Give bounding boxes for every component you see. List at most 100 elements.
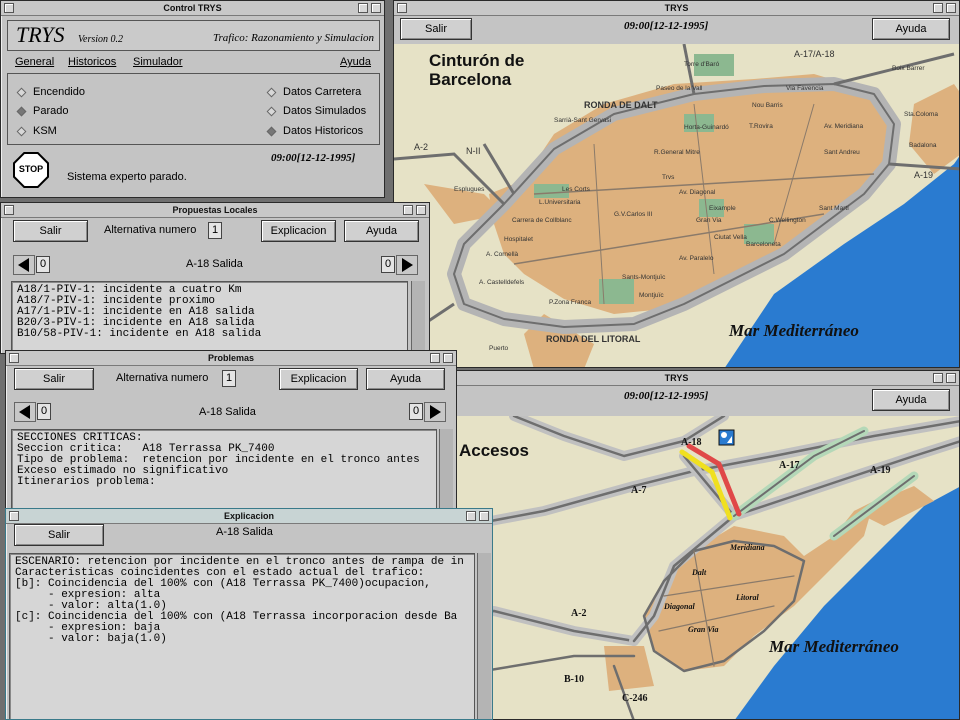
alternativa-number[interactable]: 1 (208, 222, 222, 239)
map1-heading: Cinturón de (429, 51, 524, 70)
maximize-icon[interactable] (479, 511, 489, 521)
road-label-ronda-dalt: RONDA DE DALT (584, 100, 658, 110)
place-label: Puerto (489, 345, 509, 352)
list-item: B10/58-PIV-1: incidente en A18 salida (17, 328, 262, 340)
problemas-exit-button[interactable]: Salir (14, 368, 94, 390)
explicacion-scrollbar[interactable] (477, 553, 491, 719)
problemas-alternativa-number[interactable]: 1 (222, 370, 236, 387)
window-menu-icon[interactable] (4, 3, 14, 13)
explicacion-text[interactable]: ESCENARIO: retencion por incidente en el… (9, 553, 475, 719)
place-label: Sta.Coloma (904, 111, 938, 118)
place-label: Trvs (662, 174, 675, 181)
prev-arrow-icon[interactable] (13, 255, 35, 275)
radio-parado[interactable]: Parado (16, 105, 68, 117)
explicacion-exit-button[interactable]: Salir (14, 524, 104, 546)
explicacion-titlebar[interactable]: Explicacion (6, 509, 492, 524)
window-menu-icon[interactable] (9, 353, 19, 363)
menu-historicos[interactable]: Historicos (68, 56, 116, 68)
window-menu-icon[interactable] (397, 3, 407, 13)
radio-encendido[interactable]: Encendido (16, 86, 85, 98)
map-window-cinturon: TRYS Salir 09:00[12-12-1995] Ayuda Cintu… (393, 0, 960, 368)
window-menu-icon[interactable] (9, 511, 19, 521)
place-label: Barceloneta (746, 241, 781, 248)
window-menu-icon[interactable] (4, 205, 14, 215)
minimize-icon[interactable] (403, 205, 413, 215)
map2-help-button[interactable]: Ayuda (872, 389, 950, 411)
map1-exit-button[interactable]: Salir (400, 18, 472, 40)
map2-titlebar[interactable]: TRYS (394, 371, 959, 386)
road-label-a2: A-2 (414, 142, 428, 152)
map1-sea-label: Mar Mediterráneo (728, 321, 859, 340)
map1-help-button[interactable]: Ayuda (872, 18, 950, 40)
district-label: Diagonal (663, 602, 695, 611)
minimize-icon[interactable] (358, 3, 368, 13)
propuestas-list[interactable]: A18/1-PIV-1: incidente a cuatro Km A18/7… (11, 281, 408, 353)
place-label: Via Favencia (786, 85, 824, 92)
radio-diamond-icon (266, 87, 277, 98)
control-time: 09:00[12-12-1995] (271, 152, 356, 164)
stop-icon: STOP (13, 152, 49, 188)
district-label: Dalt (691, 568, 707, 577)
explicacion-title: Explicacion (223, 511, 275, 521)
place-label: A. Cornellà (486, 251, 519, 258)
map1-title: TRYS (664, 3, 689, 13)
next-count: 0 (381, 256, 395, 273)
radio-diamond-icon (16, 87, 27, 98)
menu-ayuda[interactable]: Ayuda (340, 56, 371, 68)
problemas-help-button[interactable]: Ayuda (366, 368, 445, 390)
place-label: Av. Paralelo (679, 255, 714, 262)
maximize-icon[interactable] (946, 373, 956, 383)
trys-logo: TRYS (16, 22, 65, 47)
control-titlebar[interactable]: Control TRYS (1, 1, 384, 16)
propuestas-titlebar[interactable]: Propuestas Locales (1, 203, 429, 218)
map1-titlebar[interactable]: TRYS (394, 1, 959, 16)
place-label: A. Castelldefels (479, 279, 525, 286)
place-label: Gran Via (696, 217, 722, 224)
menu-simulador[interactable]: Simulador (133, 56, 183, 68)
radio-ksm[interactable]: KSM (16, 125, 57, 137)
maximize-icon[interactable] (443, 353, 453, 363)
problemas-alternativa-label: Alternativa numero (116, 372, 209, 384)
minimize-icon[interactable] (933, 3, 943, 13)
radio-datos-historicos[interactable]: Datos Historicos (266, 125, 363, 137)
propuestas-explicacion-button[interactable]: Explicacion (261, 220, 336, 242)
menu-general[interactable]: General (15, 56, 54, 68)
minimize-icon[interactable] (466, 511, 476, 521)
incident-icon[interactable] (718, 429, 735, 446)
map-cinturon[interactable]: Cinturón de Barcelona Mar Mediterráneo A… (394, 44, 960, 368)
next-arrow-icon[interactable] (396, 255, 418, 275)
propuestas-exit-button[interactable]: Salir (13, 220, 88, 242)
minimize-icon[interactable] (933, 373, 943, 383)
road-label-nii: N-II (466, 146, 481, 156)
propuestas-scrollbar[interactable] (411, 281, 425, 353)
place-label: Av. Diagonal (679, 189, 716, 196)
propuestas-window: Propuestas Locales Salir Alternativa num… (0, 202, 430, 354)
maximize-icon[interactable] (946, 3, 956, 13)
maximize-icon[interactable] (371, 3, 381, 13)
map2-heading: Accesos (459, 441, 529, 460)
place-label: Carrera de Collblanc (512, 217, 572, 224)
place-label: Ciutat Vella (714, 234, 747, 241)
problemas-text[interactable]: SECCIONES CRITICAS: Seccion critica: A18… (11, 429, 437, 509)
problemas-titlebar[interactable]: Problemas (6, 351, 456, 366)
next-arrow-icon[interactable] (424, 402, 446, 422)
control-window: Control TRYS TRYS Version 0.2 Trafico: R… (0, 0, 385, 198)
radio-datos-simulados[interactable]: Datos Simulados (266, 105, 366, 117)
district-label: Litoral (735, 593, 759, 602)
place-label: C.Wellington (769, 217, 806, 224)
problemas-next-count: 0 (409, 403, 423, 420)
map2-time: 09:00[12-12-1995] (624, 390, 709, 402)
prev-arrow-icon[interactable] (14, 402, 36, 422)
propuestas-help-button[interactable]: Ayuda (344, 220, 419, 242)
propuestas-route: A-18 Salida (186, 258, 243, 270)
status-message: Sistema experto parado. (67, 171, 187, 183)
place-label: Sant Martí (819, 205, 849, 212)
problemas-explicacion-button[interactable]: Explicacion (279, 368, 358, 390)
minimize-icon[interactable] (430, 353, 440, 363)
radio-datos-carretera[interactable]: Datos Carretera (266, 86, 361, 98)
logo-panel: TRYS Version 0.2 Trafico: Razonamiento y… (7, 20, 380, 51)
problemas-scrollbar[interactable] (439, 429, 453, 509)
radio-diamond-icon (266, 126, 277, 137)
maximize-icon[interactable] (416, 205, 426, 215)
stop-icon-text: STOP (18, 164, 44, 174)
